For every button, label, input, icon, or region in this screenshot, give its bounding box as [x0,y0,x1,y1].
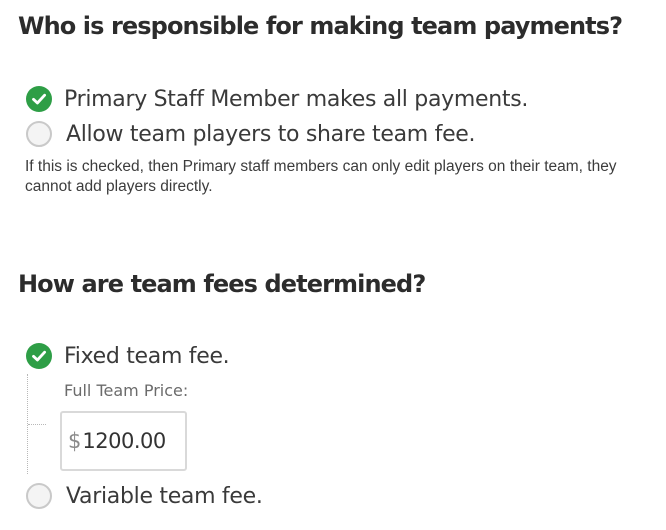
check-circle-icon[interactable] [26,343,52,369]
option-share-team-fee[interactable]: Allow team players to share team fee. [26,120,476,148]
full-team-price-input[interactable] [82,429,183,453]
checkmark-icon [32,350,46,362]
option-fixed-team-fee[interactable]: Fixed team fee. [26,342,230,370]
empty-circle-icon[interactable] [26,121,52,147]
option-label: Fixed team fee. [64,343,230,369]
share-fee-help-text: If this is checked, then Primary staff m… [25,158,617,195]
option-label: Primary Staff Member makes all payments. [64,86,529,112]
payments-heading: Who is responsible for making team payme… [18,12,623,40]
checkmark-icon [32,93,46,105]
tree-connector-horizontal [28,424,46,425]
option-primary-staff-pays[interactable]: Primary Staff Member makes all payments. [26,85,528,113]
currency-symbol: $ [68,429,82,453]
full-team-price-label: Full Team Price: [64,381,189,400]
full-team-price-field[interactable]: $ [60,411,187,471]
option-variable-team-fee[interactable]: Variable team fee. [26,482,263,510]
empty-circle-icon[interactable] [26,483,52,509]
check-circle-icon[interactable] [26,86,52,112]
fees-heading: How are team fees determined? [18,270,426,298]
option-label: Variable team fee. [66,483,263,509]
option-label: Allow team players to share team fee. [66,121,476,147]
